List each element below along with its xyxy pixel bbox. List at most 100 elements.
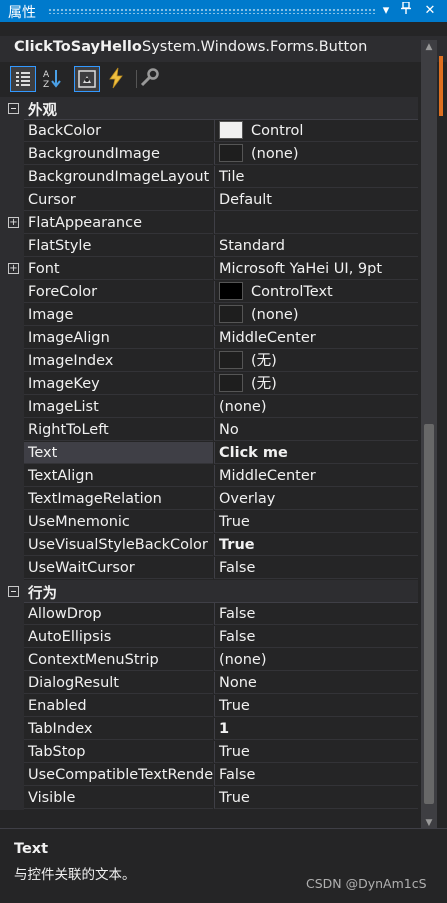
property-row[interactable]: TabStop True (0, 741, 418, 764)
expand-icon[interactable]: + (8, 263, 19, 274)
categorized-button[interactable] (10, 66, 36, 92)
property-row[interactable]: UseCompatibleTextRendering False (0, 764, 418, 787)
property-value[interactable]: (none) (214, 143, 418, 165)
properties-toolbar: A Z (0, 64, 447, 94)
object-name: ClickToSayHello (14, 39, 142, 55)
color-swatch (219, 374, 243, 392)
property-row[interactable]: BackgroundImage (none) (0, 143, 418, 166)
scroll-up-icon[interactable]: ▲ (421, 40, 437, 54)
collapse-icon[interactable] (8, 103, 19, 114)
property-value[interactable]: Standard (214, 235, 418, 257)
property-value[interactable]: 1 (214, 718, 418, 740)
property-row[interactable]: TabIndex 1 (0, 718, 418, 741)
property-value[interactable]: Microsoft YaHei UI, 9pt (214, 258, 418, 280)
property-value[interactable]: True (214, 741, 418, 763)
property-row[interactable]: ImageList (none) (0, 396, 418, 419)
events-button[interactable] (104, 66, 130, 92)
property-value[interactable]: (none) (214, 649, 418, 671)
object-selector[interactable]: ClickToSayHello System.Windows.Forms.But… (0, 36, 447, 62)
property-value-text: None (219, 675, 257, 691)
property-value-text: (none) (251, 307, 299, 323)
property-value[interactable]: (无) (214, 350, 418, 372)
property-value-text: MiddleCenter (219, 468, 316, 484)
property-name: UseMnemonic (24, 511, 213, 533)
chevron-down-icon[interactable]: ▾ (376, 1, 396, 21)
expand-icon[interactable]: + (8, 217, 19, 228)
category-header[interactable]: 外观 (0, 97, 418, 120)
property-value-text: True (219, 790, 250, 806)
property-value[interactable]: MiddleCenter (214, 465, 418, 487)
property-value[interactable]: True (214, 787, 418, 809)
property-value-text: No (219, 422, 239, 438)
property-value[interactable]: Default (214, 189, 418, 211)
alphabetical-button[interactable]: A Z (40, 66, 66, 92)
property-row[interactable]: Text Click me (0, 442, 418, 465)
panel-title: 属性 (8, 5, 36, 21)
property-row[interactable]: DialogResult None (0, 672, 418, 695)
property-value[interactable] (214, 212, 418, 234)
property-name: TabIndex (24, 718, 213, 740)
property-value-text: Control (251, 123, 304, 139)
property-value[interactable]: (none) (214, 396, 418, 418)
property-value[interactable]: False (214, 557, 418, 579)
property-row[interactable]: UseWaitCursor False (0, 557, 418, 580)
watermark: CSDN @DynAm1cS (306, 876, 427, 891)
property-name: UseCompatibleTextRendering (24, 764, 213, 786)
property-value-text: Click me (219, 445, 288, 461)
property-row[interactable]: BackColor Control (0, 120, 418, 143)
property-row[interactable]: TextAlign MiddleCenter (0, 465, 418, 488)
property-row[interactable]: Enabled True (0, 695, 418, 718)
svg-text:A: A (43, 70, 50, 80)
property-value[interactable]: (none) (214, 304, 418, 326)
property-value[interactable]: Control (214, 120, 418, 142)
collapse-icon[interactable] (8, 586, 19, 597)
scrollbar-thumb[interactable] (424, 424, 434, 804)
property-row[interactable]: + Font Microsoft YaHei UI, 9pt (0, 258, 418, 281)
pin-icon[interactable] (396, 1, 416, 21)
color-swatch (219, 351, 243, 369)
property-value[interactable]: False (214, 603, 418, 625)
row-gutter (0, 373, 24, 396)
panel-titlebar: 属性 ▾ ✕ (0, 0, 447, 22)
property-value[interactable]: MiddleCenter (214, 327, 418, 349)
property-value[interactable]: ControlText (214, 281, 418, 303)
property-value[interactable]: False (214, 764, 418, 786)
vertical-scrollbar[interactable]: ▲ ▼ (421, 40, 437, 830)
property-value[interactable]: No (214, 419, 418, 441)
property-row[interactable]: + FlatAppearance (0, 212, 418, 235)
property-row[interactable]: ImageAlign MiddleCenter (0, 327, 418, 350)
property-value[interactable]: True (214, 511, 418, 533)
property-value[interactable]: Tile (214, 166, 418, 188)
property-value[interactable]: (无) (214, 373, 418, 395)
row-gutter (0, 672, 24, 695)
property-value[interactable]: False (214, 626, 418, 648)
property-row[interactable]: Cursor Default (0, 189, 418, 212)
property-value[interactable]: Overlay (214, 488, 418, 510)
row-gutter: + (0, 258, 24, 281)
property-value[interactable]: None (214, 672, 418, 694)
property-row[interactable]: UseVisualStyleBackColor True (0, 534, 418, 557)
category-header[interactable]: 行为 (0, 580, 418, 603)
close-icon[interactable]: ✕ (420, 1, 440, 21)
property-row[interactable]: Visible True (0, 787, 418, 810)
titlebar-grip[interactable] (48, 8, 377, 14)
property-row[interactable]: AllowDrop False (0, 603, 418, 626)
property-pages-button[interactable] (138, 66, 164, 92)
property-row[interactable]: ContextMenuStrip (none) (0, 649, 418, 672)
property-value[interactable]: True (214, 534, 418, 556)
properties-button[interactable] (74, 66, 100, 92)
property-row[interactable]: BackgroundImageLayout Tile (0, 166, 418, 189)
description-title: Text (14, 841, 49, 857)
property-row[interactable]: UseMnemonic True (0, 511, 418, 534)
property-row[interactable]: TextImageRelation Overlay (0, 488, 418, 511)
property-row[interactable]: AutoEllipsis False (0, 626, 418, 649)
property-value[interactable]: Click me (214, 442, 418, 464)
property-row[interactable]: ImageKey (无) (0, 373, 418, 396)
property-row[interactable]: ForeColor ControlText (0, 281, 418, 304)
property-row[interactable]: Image (none) (0, 304, 418, 327)
property-value-text: True (219, 698, 250, 714)
property-row[interactable]: FlatStyle Standard (0, 235, 418, 258)
property-value[interactable]: True (214, 695, 418, 717)
property-row[interactable]: RightToLeft No (0, 419, 418, 442)
property-row[interactable]: ImageIndex (无) (0, 350, 418, 373)
